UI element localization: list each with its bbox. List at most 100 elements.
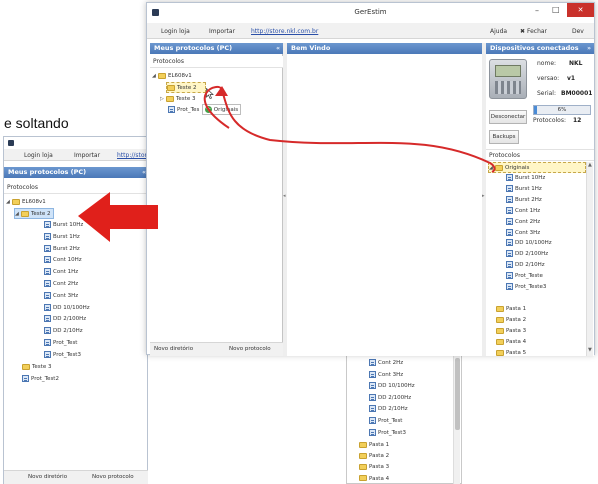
bg-tree-root[interactable]: ◢ EL608v1: [6, 197, 46, 208]
bg-right-folder-label: Pasta 3: [369, 464, 390, 471]
backups-button[interactable]: Backups: [489, 130, 519, 144]
bg-tree-item[interactable]: DD 2/100Hz: [44, 314, 86, 325]
bg-right-folder-label: Pasta 2: [369, 453, 390, 460]
bg-import-button[interactable]: Importar: [74, 152, 100, 159]
bg-right-item[interactable]: Prot_Test: [369, 416, 402, 427]
device-tree-folder[interactable]: Pasta 3: [496, 326, 526, 337]
bg-tree-item[interactable]: Burst 1Hz: [44, 232, 80, 243]
right-collapse-arrow[interactable]: »: [587, 43, 591, 54]
device-tree-item[interactable]: DD 2/10Hz: [506, 260, 545, 271]
device-tree-folder[interactable]: Pasta 1: [496, 304, 526, 315]
device-tree-item-label: Cont 1Hz: [515, 207, 541, 214]
new-protocol-button[interactable]: Novo protocolo: [229, 346, 271, 352]
device-tree-item[interactable]: Prot_Teste: [506, 271, 543, 282]
device-tree-item[interactable]: DD 2/100Hz: [506, 249, 548, 260]
protocol-file-icon: [44, 221, 51, 228]
device-tree-folder[interactable]: Pasta 2: [496, 315, 526, 326]
right-tree-scrollbar[interactable]: ▲ ▼: [586, 162, 593, 356]
folder-icon: [21, 210, 29, 217]
bg-tree-item-prot-test2[interactable]: Prot_Test2: [22, 374, 59, 385]
device-version-value: v1: [567, 75, 576, 82]
bg-right-item-label: DD 2/100Hz: [378, 394, 412, 401]
device-tree-folder[interactable]: Pasta 4: [496, 337, 526, 348]
scroll-thumb[interactable]: [455, 358, 460, 430]
device-tree-item-label: Cont 2Hz: [515, 218, 541, 225]
bg-tree-item[interactable]: DD 10/100Hz: [44, 303, 90, 314]
bg-tree-item-label: Cont 10Hz: [53, 257, 82, 264]
tree-folder-teste3[interactable]: ▷ Teste 3: [160, 94, 195, 105]
login-button[interactable]: Login loja: [161, 28, 190, 35]
bg-login-button[interactable]: Login loja: [24, 152, 53, 159]
bg-right-item[interactable]: DD 10/100Hz: [369, 381, 415, 392]
bg-right-item[interactable]: Cont 2Hz: [369, 358, 403, 369]
protocol-file-icon: [44, 256, 51, 264]
disconnect-button[interactable]: Desconectar: [489, 110, 527, 124]
device-name-label: nome:: [537, 60, 557, 67]
bg-tree-item-label: Cont 2Hz: [53, 281, 79, 287]
protocol-file-icon: [506, 217, 513, 225]
tree-item-prot-test[interactable]: Prot_Tes: [168, 105, 199, 116]
bg-store-link[interactable]: http://stor: [117, 152, 147, 159]
tree-folder-teste2[interactable]: Teste 2: [166, 82, 206, 93]
bg-tree-item[interactable]: DD 2/10Hz: [44, 326, 83, 337]
bg-tree-item-label: Prot_Test3: [53, 351, 81, 358]
bg-right-folder[interactable]: Pasta 4: [359, 474, 389, 484]
bg-tree-item[interactable]: Prot_Test: [44, 338, 77, 349]
maximize-button[interactable]: □: [552, 5, 560, 14]
help-button[interactable]: Ajuda: [490, 28, 507, 35]
bg-tree-item[interactable]: Burst 2Hz: [44, 244, 80, 255]
device-tree-item[interactable]: Cont 1Hz: [506, 206, 540, 217]
bg-bottombar: Novo diretório Novo protocolo: [4, 470, 149, 484]
dev-button[interactable]: Dev: [572, 28, 584, 35]
bg-right-folder[interactable]: Pasta 1: [359, 440, 389, 451]
bg-right-folder[interactable]: Pasta 3: [359, 462, 389, 473]
tree-root[interactable]: ◢ EL608v1: [152, 71, 192, 82]
protocol-file-icon: [506, 206, 513, 214]
device-tree-item[interactable]: DD 10/100Hz: [506, 238, 552, 249]
device-tree-item[interactable]: Burst 2Hz: [506, 195, 542, 206]
device-tree-item-label: Burst 10Hz: [515, 175, 546, 181]
bg-new-dir-button[interactable]: Novo diretório: [28, 474, 67, 480]
device-tree-item[interactable]: Prot_Teste3: [506, 282, 546, 293]
bg-tree-folder-teste2[interactable]: ◢ Teste 2: [14, 208, 54, 219]
device-serial-value: BM00001: [561, 90, 593, 97]
store-link[interactable]: http://store.nkl.com.br: [251, 28, 318, 35]
bg-tree-folder-teste3[interactable]: Teste 3: [22, 362, 51, 373]
protocol-file-icon: [168, 106, 175, 113]
bg-right-scrollbar[interactable]: [453, 354, 460, 484]
new-dir-button[interactable]: Novo diretório: [154, 346, 193, 352]
left-collapse-arrow[interactable]: «: [276, 43, 280, 54]
bg-right-item[interactable]: DD 2/10Hz: [369, 404, 408, 415]
device-tree-folder[interactable]: Pasta 5: [496, 348, 526, 359]
minimize-button[interactable]: –: [535, 6, 539, 15]
bg-tree-item-label: Cont 3Hz: [53, 292, 79, 299]
device-tree-item[interactable]: Burst 10Hz: [506, 173, 545, 184]
bg-right-item[interactable]: Prot_Test3: [369, 428, 406, 439]
progress-text: 6%: [557, 107, 567, 113]
bg-tree-item[interactable]: Prot_Test3: [44, 350, 81, 361]
folder-icon: [359, 441, 367, 448]
device-tree-item-label: Prot_Teste3: [515, 284, 547, 290]
scroll-up-icon[interactable]: ▲: [588, 162, 592, 168]
bg-right-item[interactable]: DD 2/100Hz: [369, 393, 411, 404]
window-title: GerEstim: [354, 8, 387, 16]
scroll-down-icon[interactable]: ▼: [588, 347, 592, 353]
device-tree-item[interactable]: Cont 2Hz: [506, 217, 540, 228]
bg-right-folder[interactable]: Pasta 2: [359, 451, 389, 462]
bg-right-item[interactable]: Cont 3Hz: [369, 370, 403, 381]
device-tree-item[interactable]: Cont 3Hz: [506, 228, 540, 239]
bg-tree-item[interactable]: Cont 2Hz: [44, 279, 78, 290]
protocol-file-icon: [44, 280, 51, 287]
center-panel-title: Bem Vindo: [287, 43, 482, 54]
bg-new-protocol-button[interactable]: Novo protocolo: [92, 474, 134, 480]
close-button[interactable]: ✕: [567, 3, 594, 17]
close-menu-button[interactable]: ✖ Fechar: [520, 28, 547, 35]
bg-tree-item[interactable]: Cont 3Hz: [44, 291, 78, 302]
import-button[interactable]: Importar: [209, 28, 235, 35]
device-tree-item[interactable]: Burst 1Hz: [506, 184, 542, 195]
protocol-file-icon: [44, 350, 51, 358]
tree-folder-originais[interactable]: ◢ Originais: [488, 162, 586, 173]
device-version-label: versao:: [537, 75, 560, 82]
bg-tree-item[interactable]: Cont 1Hz: [44, 267, 78, 278]
bg-tree-item[interactable]: Cont 10Hz: [44, 255, 82, 266]
